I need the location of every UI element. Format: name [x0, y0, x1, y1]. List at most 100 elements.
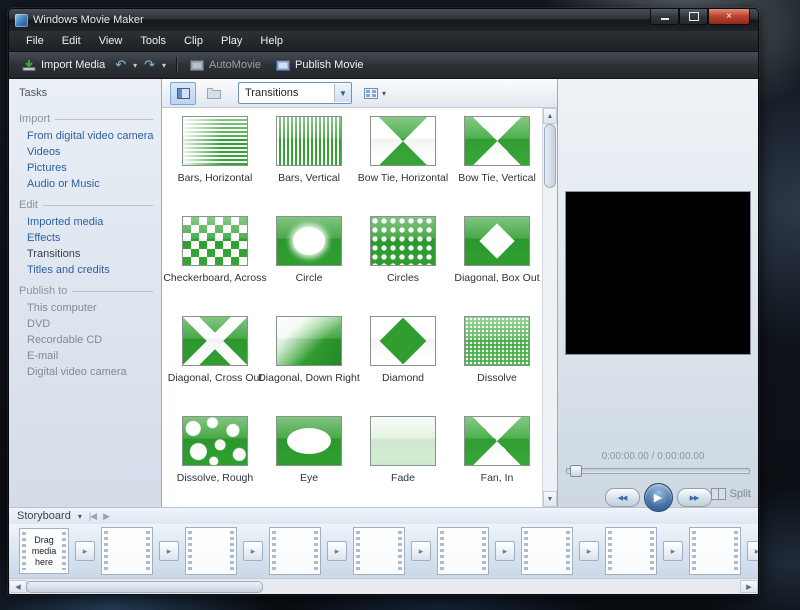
transition-item[interactable]: Bow Tie, Vertical: [450, 116, 544, 216]
undo-icon[interactable]: ↶: [115, 58, 126, 71]
view-selector-combobox[interactable]: Transitions ▼: [238, 82, 352, 104]
transition-thumbnail-checker[interactable]: [182, 216, 248, 266]
next-frame-button[interactable]: ▶▶: [676, 488, 712, 507]
transition-thumbnail-crossout[interactable]: [182, 316, 248, 366]
scrollbar-thumb[interactable]: [544, 124, 556, 188]
transition-item[interactable]: Bow Tie, Horizontal: [356, 116, 450, 216]
vertical-scrollbar[interactable]: ▲ ▼: [542, 108, 557, 507]
transition-item[interactable]: Circles: [356, 216, 450, 316]
rewind-storyboard-icon[interactable]: |◀: [89, 511, 97, 522]
transition-item[interactable]: Diagonal, Box Out: [450, 216, 544, 316]
scroll-down-icon[interactable]: ▼: [543, 491, 557, 507]
transition-thumbnail-circle[interactable]: [276, 216, 342, 266]
menu-play[interactable]: Play: [212, 33, 251, 49]
transition-thumbnail-bowtie-v[interactable]: [464, 116, 530, 166]
menu-clip[interactable]: Clip: [175, 33, 212, 49]
storyboard-clip-slot[interactable]: [101, 527, 153, 575]
title-bar[interactable]: Windows Movie Maker ×: [9, 9, 758, 31]
transition-thumbnail-diamond[interactable]: [370, 316, 436, 366]
horizontal-scrollbar-thumb[interactable]: [26, 581, 263, 593]
combo-dropdown-icon[interactable]: ▼: [334, 84, 351, 102]
menu-file[interactable]: File: [17, 33, 53, 49]
import-media-button[interactable]: Import Media: [17, 57, 110, 73]
storyboard-clip-slot[interactable]: [185, 527, 237, 575]
storyboard-transition-slot[interactable]: ▸: [747, 541, 758, 561]
storyboard-transition-slot[interactable]: ▸: [327, 541, 347, 561]
storyboard-dropdown-icon[interactable]: ▾: [78, 512, 82, 521]
close-button[interactable]: ×: [708, 9, 750, 25]
scroll-left-icon[interactable]: ◀: [9, 580, 27, 593]
redo-icon[interactable]: ↷: [144, 58, 155, 71]
menu-edit[interactable]: Edit: [53, 33, 90, 49]
storyboard-clip-slot[interactable]: [269, 527, 321, 575]
play-button[interactable]: ▶: [643, 483, 673, 512]
storyboard-clip-slot[interactable]: [521, 527, 573, 575]
task-pane-toggle-button[interactable]: [170, 81, 196, 105]
up-folder-button[interactable]: [201, 82, 227, 105]
storyboard-transition-slot[interactable]: ▸: [663, 541, 683, 561]
transition-thumbnail-eye[interactable]: [276, 416, 342, 466]
maximize-button[interactable]: [679, 9, 708, 25]
storyboard-clip-slot[interactable]: [689, 527, 741, 575]
transition-thumbnail-downright[interactable]: [276, 316, 342, 366]
storyboard-clip-slot[interactable]: [437, 527, 489, 575]
storyboard-drag-slot[interactable]: Drag media here: [19, 528, 69, 574]
transition-item[interactable]: Circle: [262, 216, 356, 316]
previous-frame-button[interactable]: ◀◀: [604, 488, 640, 507]
transition-item[interactable]: Diagonal, Cross Out: [168, 316, 262, 416]
transition-thumbnail-bars-v[interactable]: [276, 116, 342, 166]
task-item[interactable]: Videos: [9, 144, 161, 160]
transition-item[interactable]: Dissolve: [450, 316, 544, 416]
menu-tools[interactable]: Tools: [131, 33, 175, 49]
task-item[interactable]: Titles and credits: [9, 262, 161, 278]
transition-item[interactable]: Diamond: [356, 316, 450, 416]
seek-bar[interactable]: [566, 465, 750, 477]
transition-thumbnail-dissolve-rough[interactable]: [182, 416, 248, 466]
task-item[interactable]: Effects: [9, 230, 161, 246]
transition-item[interactable]: Fade: [356, 416, 450, 507]
transition-item[interactable]: Dissolve, Rough: [168, 416, 262, 507]
task-item[interactable]: Audio or Music: [9, 176, 161, 192]
views-button[interactable]: ▾: [363, 82, 389, 105]
automovie-button[interactable]: AutoMovie: [185, 57, 266, 73]
seek-thumb[interactable]: [570, 465, 582, 477]
menu-view[interactable]: View: [90, 33, 132, 49]
task-item[interactable]: Pictures: [9, 160, 161, 176]
storyboard-transition-slot[interactable]: ▸: [75, 541, 95, 561]
storyboard-transition-slot[interactable]: ▸: [159, 541, 179, 561]
storyboard-transition-slot[interactable]: ▸: [411, 541, 431, 561]
storyboard-clip-slot[interactable]: [605, 527, 657, 575]
transition-thumbnail-bowtie-h[interactable]: [370, 116, 436, 166]
transition-item[interactable]: Diagonal, Down Right: [258, 316, 360, 416]
storyboard-transition-slot[interactable]: ▸: [495, 541, 515, 561]
storyboard-clip-slot[interactable]: [353, 527, 405, 575]
task-item[interactable]: From digital video camera: [9, 128, 161, 144]
menu-help[interactable]: Help: [251, 33, 292, 49]
transition-thumbnail-bars-h[interactable]: [182, 116, 248, 166]
redo-dropdown-icon[interactable]: ▾: [160, 59, 168, 72]
task-item[interactable]: Transitions: [9, 246, 161, 262]
horizontal-scrollbar[interactable]: ◀ ▶: [9, 578, 758, 594]
transition-item[interactable]: Fan, In: [450, 416, 544, 507]
transition-item[interactable]: Checkerboard, Across: [163, 216, 267, 316]
split-button[interactable]: Split: [710, 488, 751, 500]
publish-movie-button[interactable]: Publish Movie: [271, 57, 368, 73]
minimize-button[interactable]: [650, 9, 679, 25]
storyboard-transition-slot[interactable]: ▸: [243, 541, 263, 561]
task-item[interactable]: Imported media: [9, 214, 161, 230]
transition-thumbnail-boxout[interactable]: [464, 216, 530, 266]
transition-thumbnail-circles[interactable]: [370, 216, 436, 266]
transition-item[interactable]: Bars, Horizontal: [168, 116, 262, 216]
transition-item[interactable]: Bars, Vertical: [262, 116, 356, 216]
transition-item[interactable]: Eye: [262, 416, 356, 507]
close-icon: ×: [726, 10, 732, 22]
scroll-up-icon[interactable]: ▲: [543, 108, 557, 124]
storyboard-selector[interactable]: Storyboard: [17, 510, 71, 522]
scroll-right-icon[interactable]: ▶: [740, 580, 758, 593]
play-storyboard-icon[interactable]: ▶: [103, 511, 110, 522]
undo-dropdown-icon[interactable]: ▾: [131, 59, 139, 72]
transition-thumbnail-fade[interactable]: [370, 416, 436, 466]
storyboard-transition-slot[interactable]: ▸: [579, 541, 599, 561]
transition-thumbnail-dissolve[interactable]: [464, 316, 530, 366]
transition-thumbnail-fan-in[interactable]: [464, 416, 530, 466]
